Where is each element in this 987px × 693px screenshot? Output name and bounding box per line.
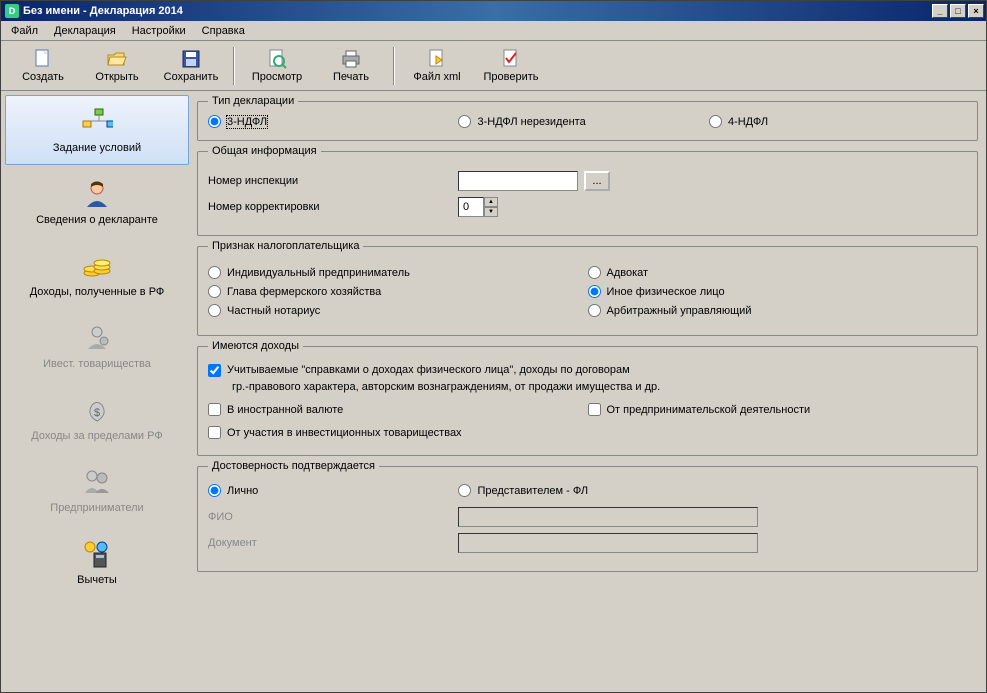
radio-farm[interactable]: Глава фермерского хозяйства — [208, 285, 381, 298]
person-icon — [81, 178, 113, 210]
sidebar-item-income-rf[interactable]: Доходы, полученные в РФ — [5, 239, 189, 309]
chk-income-main-label: Учитываемые "справками о доходах физичес… — [227, 364, 630, 376]
chk-income-invest[interactable]: От участия в инвестиционных товарищества… — [208, 426, 462, 439]
sidebar-item-business: Предприниматели — [5, 455, 189, 525]
chk-income-main[interactable] — [208, 364, 221, 377]
sidebar: Задание условий Сведения о декларанте До… — [1, 91, 193, 692]
panel-declaration-type: Тип декларации 3-НДФЛ 3-НДФЛ нерезидента… — [197, 95, 978, 141]
fio-input — [458, 507, 758, 527]
chk-income-main-sub: гр.-правового характера, авторским возна… — [232, 381, 967, 393]
menu-file[interactable]: Файл — [5, 23, 44, 39]
correction-spin-up[interactable]: ▲ — [484, 197, 498, 207]
close-button[interactable]: × — [968, 4, 984, 18]
panel-income: Имеются доходы Учитываемые "справками о … — [197, 340, 978, 456]
correction-input[interactable] — [458, 197, 484, 217]
menu-help[interactable]: Справка — [196, 23, 251, 39]
coins-icon — [81, 250, 113, 282]
correction-spin-down[interactable]: ▼ — [484, 207, 498, 217]
preview-icon — [266, 48, 288, 70]
printer-icon — [340, 48, 362, 70]
sidebar-item-foreign: $ Доходы за пределами РФ — [5, 383, 189, 453]
panel-trust: Достоверность подтверждается Лично Предс… — [197, 460, 978, 572]
label-correction: Номер корректировки — [208, 201, 458, 213]
chk-income-foreign[interactable]: В иностранной валюте — [208, 403, 343, 416]
preview-button[interactable]: Просмотр — [241, 43, 313, 89]
window-controls: _ □ × — [932, 4, 984, 18]
inspection-input[interactable] — [458, 171, 578, 191]
radio-3ndfl-nonres[interactable]: 3-НДФЛ нерезидента — [458, 115, 585, 128]
content-area: Тип декларации 3-НДФЛ 3-НДФЛ нерезидента… — [193, 91, 986, 692]
radio-3ndfl[interactable]: 3-НДФЛ — [208, 115, 267, 128]
create-button[interactable]: Создать — [7, 43, 79, 89]
radio-lawyer[interactable]: Адвокат — [588, 266, 649, 279]
xml-button[interactable]: Файл xml — [401, 43, 473, 89]
toolbar-separator — [233, 47, 235, 85]
app-icon: D — [5, 4, 19, 18]
new-file-icon — [32, 48, 54, 70]
radio-representative[interactable]: Представителем - ФЛ — [458, 484, 588, 497]
toolbar: Создать Открыть Сохранить Просмотр Печа — [1, 41, 986, 91]
open-folder-icon — [106, 48, 128, 70]
panel-general-info: Общая информация Номер инспекции ... Ном… — [197, 145, 978, 236]
window-title: Без имени - Декларация 2014 — [23, 5, 932, 17]
chk-income-business[interactable]: От предпринимательской деятельности — [588, 403, 811, 416]
save-button[interactable]: Сохранить — [155, 43, 227, 89]
radio-ip[interactable]: Индивидуальный предприниматель — [208, 266, 410, 279]
menu-declaration[interactable]: Декларация — [48, 23, 122, 39]
legend-general: Общая информация — [208, 145, 321, 157]
app-window: D Без имени - Декларация 2014 _ □ × Файл… — [0, 0, 987, 693]
maximize-button[interactable]: □ — [950, 4, 966, 18]
radio-notary[interactable]: Частный нотариус — [208, 304, 320, 317]
check-icon — [500, 48, 522, 70]
sidebar-item-deductions[interactable]: Вычеты — [5, 527, 189, 597]
sidebar-item-conditions[interactable]: Задание условий — [5, 95, 189, 165]
save-disk-icon — [180, 48, 202, 70]
minimize-button[interactable]: _ — [932, 4, 948, 18]
toolbar-separator — [393, 47, 395, 85]
titlebar: D Без имени - Декларация 2014 _ □ × — [1, 1, 986, 21]
money-bag-icon: $ — [81, 394, 113, 426]
invest-icon — [81, 322, 113, 354]
legend-declaration-type: Тип декларации — [208, 95, 298, 107]
menubar: Файл Декларация Настройки Справка — [1, 21, 986, 41]
check-button[interactable]: Проверить — [475, 43, 547, 89]
deductions-icon — [81, 538, 113, 570]
business-people-icon — [81, 466, 113, 498]
svg-text:$: $ — [94, 407, 100, 419]
main-area: Задание условий Сведения о декларанте До… — [1, 91, 986, 692]
label-doc: Документ — [208, 537, 458, 549]
doc-input — [458, 533, 758, 553]
legend-income: Имеются доходы — [208, 340, 303, 352]
conditions-icon — [81, 106, 113, 138]
radio-4ndfl[interactable]: 4-НДФЛ — [709, 115, 768, 128]
radio-other-person[interactable]: Иное физическое лицо — [588, 285, 725, 298]
sidebar-item-invest: Ивест. товарищества — [5, 311, 189, 381]
print-button[interactable]: Печать — [315, 43, 387, 89]
inspection-lookup-button[interactable]: ... — [584, 171, 610, 191]
legend-trust: Достоверность подтверждается — [208, 460, 379, 472]
xml-file-icon — [426, 48, 448, 70]
radio-self[interactable]: Лично — [208, 484, 258, 497]
legend-taxpayer: Признак налогоплательщика — [208, 240, 363, 252]
label-inspection: Номер инспекции — [208, 175, 458, 187]
open-button[interactable]: Открыть — [81, 43, 153, 89]
panel-taxpayer: Признак налогоплательщика Индивидуальный… — [197, 240, 978, 336]
sidebar-item-declarant[interactable]: Сведения о декларанте — [5, 167, 189, 237]
radio-arbitr[interactable]: Арбитражный управляющий — [588, 304, 752, 317]
label-fio: ФИО — [208, 511, 458, 523]
menu-settings[interactable]: Настройки — [126, 23, 192, 39]
